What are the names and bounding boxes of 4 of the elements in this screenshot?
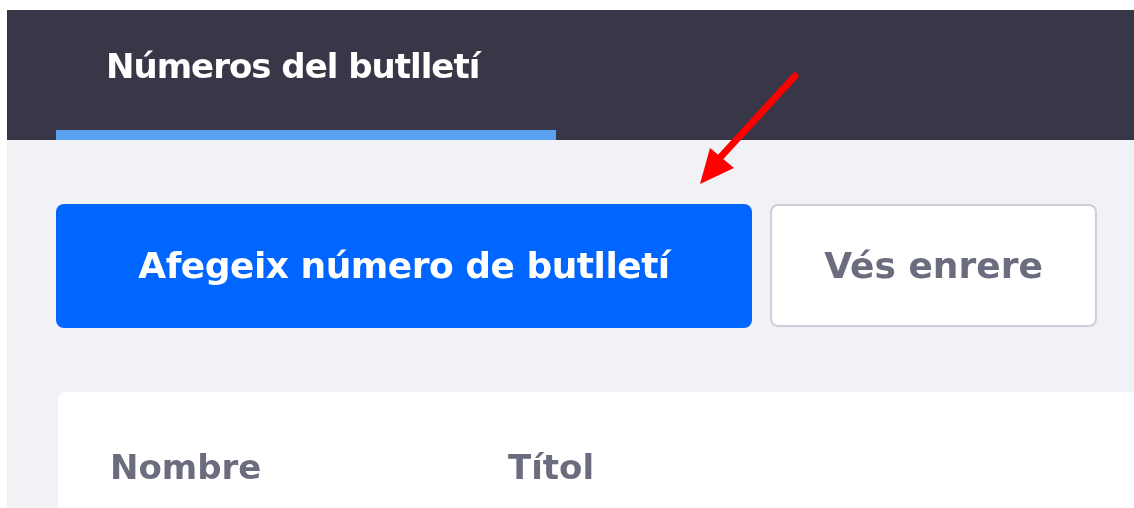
add-button[interactable]: Afegeix número de butlletí <box>56 204 752 328</box>
column-header: Títol <box>508 446 595 489</box>
column-header: Nombre <box>110 446 263 489</box>
back-button[interactable]: Vés enrere <box>770 204 1097 327</box>
